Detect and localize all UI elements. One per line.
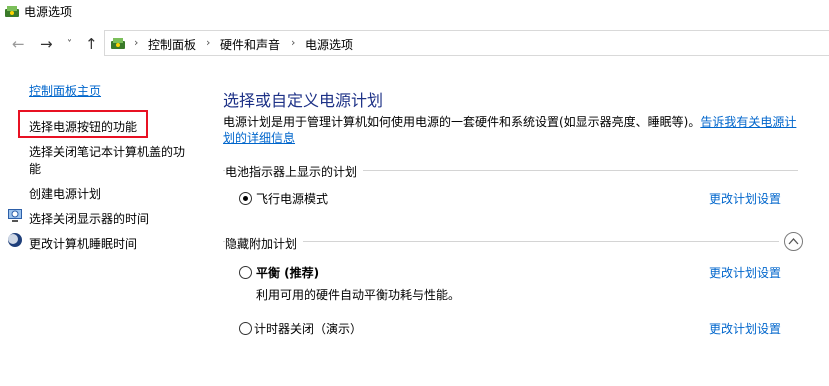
plan-name-balanced: 平衡 (推荐) [256,266,320,280]
window-title: 电源选项 [24,5,73,19]
arrow-up-icon[interactable]: ↑ [85,36,98,52]
power-options-icon [5,6,19,17]
breadcrumb-hardware-sound[interactable]: 硬件和声音 [220,36,280,53]
plan-name-airplane: 飞行电源模式 [256,192,329,206]
sidebar-item-sleep-time[interactable]: 更改计算机睡眠时间 [29,235,137,252]
description-text: 电源计划是用于管理计算机如何使用电源的一套硬件和系统设置(如显示器亮度、睡眠等)… [223,115,701,129]
sidebar-item-display-off[interactable]: 选择关闭显示器的时间 [29,210,149,227]
moon-sleep-icon [8,233,22,247]
sidebar-item-power-button[interactable]: 选择电源按钮的功能 [29,118,137,135]
change-plan-settings-link[interactable]: 更改计划设置 [709,320,781,337]
learn-more-link-line2[interactable]: 划的详细信息 [223,131,295,145]
control-panel-home-link[interactable]: 控制面板主页 [29,82,101,99]
learn-more-link[interactable]: 告诉我有关电源计 [700,115,796,129]
sidebar-item-create-plan[interactable]: 创建电源计划 [29,185,101,202]
breadcrumb-power-options[interactable]: 电源选项 [305,36,353,53]
collapse-section-button[interactable] [784,232,803,251]
breadcrumb-separator: › [206,36,211,49]
arrow-right-icon[interactable]: → [40,36,53,52]
section-divider [223,241,779,242]
plan-name-timer-off: 计时器关闭（演示） [254,322,363,336]
chevron-down-icon[interactable]: ˅ [67,37,72,53]
change-plan-settings-link[interactable]: 更改计划设置 [709,190,781,207]
chevron-up-icon [788,238,799,245]
change-plan-settings-link[interactable]: 更改计划设置 [709,264,781,281]
display-timer-icon [8,209,22,222]
page-title: 选择或自定义电源计划 [223,91,384,110]
control-panel-icon [111,38,125,49]
plan-radio-airplane[interactable] [239,192,252,205]
plan-radio-balanced[interactable] [239,266,252,279]
plan-radio-timer-off[interactable] [239,322,252,335]
battery-section-label: 电池指示器上显示的计划 [225,163,364,180]
page-description: 电源计划是用于管理计算机如何使用电源的一套硬件和系统设置(如显示器亮度、睡眠等)… [223,114,803,146]
plan-description-balanced: 利用可用的硬件自动平衡功耗与性能。 [256,288,461,302]
sidebar-item-lid-close-line2[interactable]: 能 [29,160,41,177]
arrow-left-icon[interactable]: ← [12,36,25,52]
title-bar: 电源选项 [0,0,829,26]
address-bar[interactable] [104,30,829,56]
hidden-section-label: 隐藏附加计划 [225,235,304,252]
breadcrumb-separator: › [291,36,296,49]
breadcrumb-separator: › [134,36,139,49]
breadcrumb-control-panel[interactable]: 控制面板 [148,36,196,53]
sidebar-item-lid-close[interactable]: 选择关闭笔记本计算机盖的功 [29,143,185,160]
